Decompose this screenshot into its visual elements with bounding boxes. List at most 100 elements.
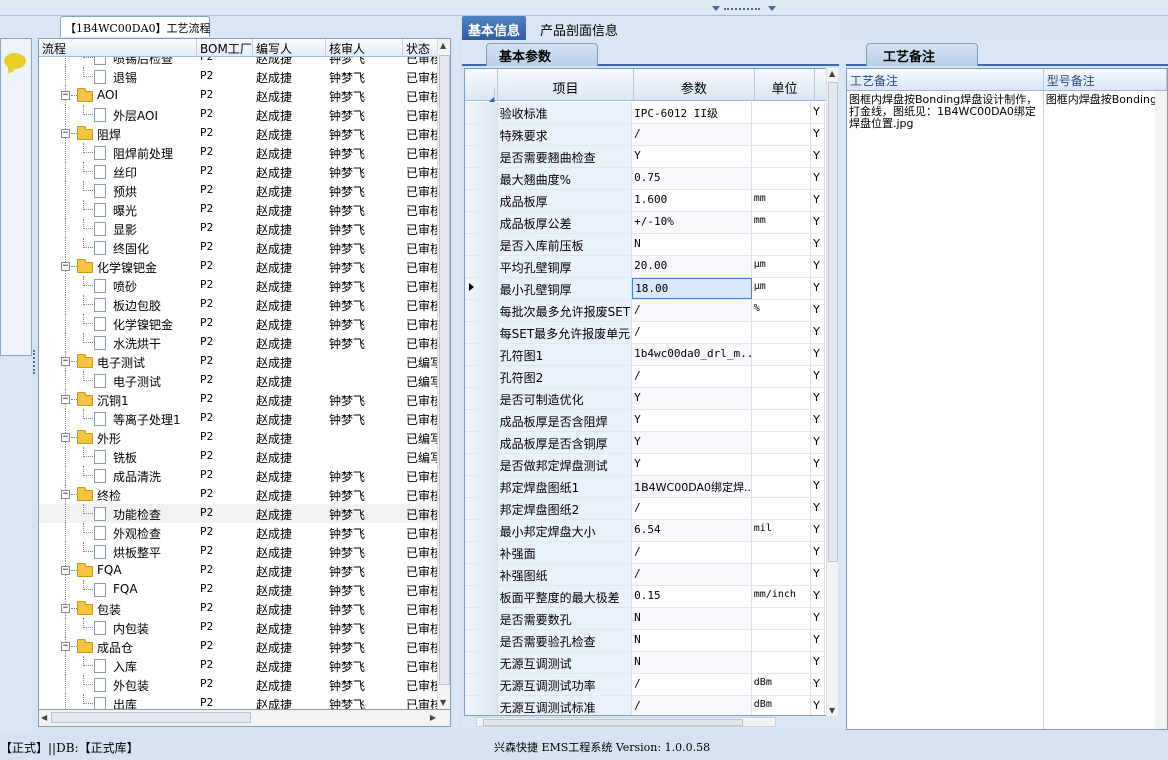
tree-group-row[interactable]: − 包装 P2 赵成捷 钟梦飞 已审核 bbox=[39, 599, 438, 618]
param-unit-cell[interactable] bbox=[752, 102, 812, 123]
param-flag-cell[interactable]: Y bbox=[811, 102, 825, 123]
tree-group-row[interactable]: − FQA P2 赵成捷 钟梦飞 已审核 bbox=[39, 561, 438, 580]
tree-item-row[interactable]: 丝印 P2 赵成捷 钟梦飞 已审核 bbox=[39, 162, 438, 181]
scroll-right-icon[interactable]: ▶ bbox=[430, 713, 436, 722]
collapse-toggle-icon[interactable]: − bbox=[61, 604, 70, 613]
param-row[interactable]: 成品板厚是否含阻焊 Y Y bbox=[465, 410, 825, 432]
col-header-param[interactable]: 参数 bbox=[634, 69, 755, 100]
param-flag-cell[interactable]: Y bbox=[811, 696, 825, 715]
param-flag-cell[interactable]: Y bbox=[811, 542, 825, 563]
collapse-toggle-icon[interactable]: − bbox=[61, 642, 70, 651]
param-value-cell[interactable]: Y bbox=[632, 432, 752, 453]
param-row[interactable]: 无源互调测试标准 / dBm Y bbox=[465, 696, 825, 715]
param-flag-cell[interactable]: Y bbox=[811, 344, 825, 365]
row-header[interactable] bbox=[465, 520, 498, 541]
param-value-cell[interactable]: Y bbox=[632, 388, 752, 409]
tree-group-row[interactable]: − 化学镍钯金 P2 赵成捷 钟梦飞 已审核 bbox=[39, 257, 438, 276]
param-value-cell[interactable]: Y bbox=[632, 454, 752, 475]
row-header[interactable] bbox=[465, 432, 498, 453]
param-flag-cell[interactable]: Y bbox=[811, 674, 825, 695]
tree-scroll-thumb[interactable] bbox=[439, 55, 450, 685]
row-header[interactable] bbox=[465, 190, 498, 211]
param-flag-cell[interactable]: Y bbox=[811, 432, 825, 453]
notes-scrollbar[interactable] bbox=[1155, 91, 1167, 729]
param-row[interactable]: 孔符图1 1b4wc00da0_drl_m... Y bbox=[465, 344, 825, 366]
tree-item-row[interactable]: 成品清洗 P2 赵成捷 钟梦飞 已审核 bbox=[39, 466, 438, 485]
param-unit-cell[interactable] bbox=[752, 146, 812, 167]
param-row[interactable]: 是否可制造优化 Y Y bbox=[465, 388, 825, 410]
param-value-cell[interactable]: 0.75 bbox=[632, 168, 752, 189]
tree-item-row[interactable]: 喷砂 P2 赵成捷 钟梦飞 已审核 bbox=[39, 276, 438, 295]
param-unit-cell[interactable] bbox=[752, 168, 812, 189]
tree-item-row[interactable]: 退锡 P2 赵成捷 钟梦飞 已审核 bbox=[39, 67, 438, 86]
param-value-cell[interactable]: 6.54 bbox=[632, 520, 752, 541]
param-value-cell[interactable]: IPC-6012 II级 bbox=[632, 102, 752, 123]
param-unit-cell[interactable] bbox=[752, 630, 812, 651]
col-header-model-note[interactable]: 型号备注 bbox=[1044, 69, 1167, 90]
tree-item-row[interactable]: 喷锡后检查 P2赵成捷 钟梦飞 已审核 bbox=[39, 57, 438, 67]
scroll-up-icon[interactable]: ▲ bbox=[440, 41, 446, 50]
row-header[interactable] bbox=[465, 278, 498, 299]
scroll-down-icon[interactable]: ▼ bbox=[440, 698, 446, 707]
param-value-cell[interactable]: +/-10% bbox=[632, 212, 752, 233]
col-header-writer[interactable]: 编写人 bbox=[253, 39, 326, 56]
param-unit-cell[interactable]: μm bbox=[752, 256, 812, 277]
param-flag-cell[interactable]: Y bbox=[811, 278, 825, 299]
collapse-toggle-icon[interactable]: − bbox=[61, 490, 70, 499]
param-value-cell[interactable]: / bbox=[632, 542, 752, 563]
param-unit-cell[interactable]: mil bbox=[752, 520, 812, 541]
param-unit-cell[interactable] bbox=[752, 234, 812, 255]
param-flag-cell[interactable]: Y bbox=[811, 124, 825, 145]
param-unit-cell[interactable] bbox=[752, 388, 812, 409]
row-header[interactable] bbox=[465, 344, 498, 365]
param-row[interactable]: 特殊要求 / Y bbox=[465, 124, 825, 146]
grid-vertical-scrollbar[interactable]: ▲ ▼ bbox=[826, 68, 838, 716]
param-flag-cell[interactable]: Y bbox=[811, 630, 825, 651]
tree-item-row[interactable]: 电子测试 P2 赵成捷 已编写 bbox=[39, 371, 438, 390]
param-flag-cell[interactable]: Y bbox=[811, 212, 825, 233]
param-value-cell[interactable]: N bbox=[632, 652, 752, 673]
param-unit-cell[interactable]: mm bbox=[752, 190, 812, 211]
param-row[interactable]: 是否入库前压板 N Y bbox=[465, 234, 825, 256]
grid-corner[interactable] bbox=[465, 69, 498, 108]
tree-group-row[interactable]: − 电子测试 P2 赵成捷 已编写 bbox=[39, 352, 438, 371]
tree-item-row[interactable]: 外包装 P2 赵成捷 钟梦飞 已审核 bbox=[39, 675, 438, 694]
param-row[interactable]: 成品板厚 1.600 mm Y bbox=[465, 190, 825, 212]
row-header[interactable] bbox=[465, 608, 498, 629]
param-flag-cell[interactable]: Y bbox=[811, 168, 825, 189]
right-panel-splitter[interactable] bbox=[839, 40, 846, 730]
scroll-down-icon[interactable]: ▼ bbox=[829, 706, 835, 715]
param-unit-cell[interactable] bbox=[752, 366, 812, 387]
side-splitter-grip[interactable] bbox=[33, 350, 36, 374]
param-flag-cell[interactable]: Y bbox=[811, 322, 825, 343]
tree-item-row[interactable]: 入库 P2 赵成捷 钟梦飞 已审核 bbox=[39, 656, 438, 675]
collapse-toggle-icon[interactable]: − bbox=[61, 262, 70, 271]
col-header-process-note[interactable]: 工艺备注 bbox=[847, 69, 1044, 90]
row-header[interactable] bbox=[465, 454, 498, 475]
param-row[interactable]: 是否需要翘曲检查 Y Y bbox=[465, 146, 825, 168]
tree-item-row[interactable]: 功能检查 P2 赵成捷 钟梦飞 已审核 bbox=[39, 504, 438, 523]
param-flag-cell[interactable]: Y bbox=[811, 498, 825, 519]
param-row[interactable]: 补强面 / Y bbox=[465, 542, 825, 564]
tree-item-row[interactable]: 烘板整平 P2 赵成捷 钟梦飞 已审核 bbox=[39, 542, 438, 561]
param-value-cell[interactable]: / bbox=[632, 322, 752, 343]
param-value-cell[interactable]: 20.00 bbox=[632, 256, 752, 277]
param-value-cell[interactable]: 1B4WC00DA0绑定焊... bbox=[632, 476, 752, 497]
tree-horizontal-scrollbar[interactable]: ◀ ▶ bbox=[38, 710, 451, 727]
param-row[interactable]: 最小孔壁铜厚 18.00 μm Y bbox=[465, 278, 825, 300]
param-flag-cell[interactable]: Y bbox=[811, 564, 825, 585]
top-splitter[interactable] bbox=[0, 0, 1168, 16]
row-header[interactable] bbox=[465, 212, 498, 233]
collapse-toggle-icon[interactable]: − bbox=[61, 129, 70, 138]
tree-item-row[interactable]: 阻焊前处理 P2 赵成捷 钟梦飞 已审核 bbox=[39, 143, 438, 162]
tab-basic-params[interactable]: 基本参数 bbox=[486, 43, 598, 66]
row-header[interactable] bbox=[465, 366, 498, 387]
param-row[interactable]: 成品板厚是否含铜厚 Y Y bbox=[465, 432, 825, 454]
tree-group-row[interactable]: − 沉铜1 P2 赵成捷 钟梦飞 已审核 bbox=[39, 390, 438, 409]
param-unit-cell[interactable] bbox=[752, 476, 812, 497]
model-note-cell[interactable]: 图框内焊盘按Bonding焊 bbox=[1044, 91, 1167, 729]
param-row[interactable]: 邦定焊盘图纸2/ Y bbox=[465, 498, 825, 520]
param-row[interactable]: 验收标准 IPC-6012 II级 Y bbox=[465, 102, 825, 124]
param-flag-cell[interactable]: Y bbox=[811, 146, 825, 167]
tree-hscroll-thumb[interactable] bbox=[51, 712, 251, 723]
